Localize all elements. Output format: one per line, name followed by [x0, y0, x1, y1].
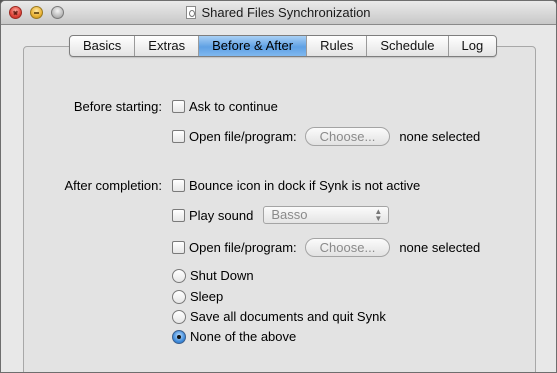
after-open-file-checkbox[interactable]: [172, 241, 185, 254]
sound-select[interactable]: Basso ▲ ▼: [263, 206, 390, 224]
after-completion-label: After completion:: [64, 178, 162, 193]
tab-rules[interactable]: Rules: [307, 36, 368, 56]
after-open-file-status: none selected: [399, 240, 481, 255]
before-choose-button[interactable]: Choose...: [304, 127, 391, 146]
after-open-file-label[interactable]: Open file/program:: [189, 240, 297, 255]
radio-sleep-label: Sleep: [190, 289, 224, 304]
radio-none-row[interactable]: None of the above: [172, 329, 296, 344]
select-arrows-icon: ▲ ▼: [374, 207, 383, 223]
tab-basics[interactable]: Basics: [70, 36, 136, 56]
ask-to-continue-label: Ask to continue: [189, 99, 278, 114]
radio-save-quit[interactable]: [172, 309, 186, 324]
play-sound-label[interactable]: Play sound: [189, 208, 253, 223]
window-title: Shared Files Synchronization: [201, 5, 371, 20]
after-open-file-row: Open file/program: Choose... none select…: [172, 238, 480, 257]
tab-before-after[interactable]: Before & After: [199, 36, 308, 56]
tab-schedule[interactable]: Schedule: [367, 36, 449, 56]
bounce-icon-label: Bounce icon in dock if Synk is not activ…: [189, 178, 421, 193]
radio-shut-down-row[interactable]: Shut Down: [172, 268, 254, 283]
radio-sleep-row[interactable]: Sleep: [172, 289, 223, 304]
bounce-icon-checkbox[interactable]: [172, 179, 185, 192]
document-icon: [186, 6, 197, 19]
before-open-file-checkbox[interactable]: [172, 130, 185, 143]
radio-shut-down[interactable]: [172, 268, 186, 283]
tab-extras[interactable]: Extras: [135, 36, 200, 56]
before-open-file-row: Open file/program: Choose... none select…: [172, 127, 480, 146]
before-open-file-label[interactable]: Open file/program:: [189, 129, 297, 144]
radio-shut-down-label: Shut Down: [190, 268, 254, 283]
radio-none-of-the-above[interactable]: [172, 329, 186, 344]
tab-log[interactable]: Log: [449, 36, 497, 56]
tab-bar: Basics Extras Before & After Rules Sched…: [69, 35, 498, 57]
ask-to-continue-row[interactable]: Ask to continue: [172, 99, 278, 114]
window: Shared Files Synchronization Basics Extr…: [0, 0, 557, 373]
window-title-container: Shared Files Synchronization: [1, 5, 556, 20]
radio-save-quit-row[interactable]: Save all documents and quit Synk: [172, 309, 386, 324]
before-open-file-status: none selected: [399, 129, 481, 144]
radio-sleep[interactable]: [172, 289, 186, 304]
bounce-icon-row[interactable]: Bounce icon in dock if Synk is not activ…: [172, 178, 420, 193]
radio-save-quit-label: Save all documents and quit Synk: [190, 309, 386, 324]
play-sound-row: Play sound Basso ▲ ▼: [172, 206, 390, 224]
sound-select-value: Basso: [271, 207, 308, 222]
play-sound-checkbox[interactable]: [172, 208, 185, 222]
ask-to-continue-checkbox[interactable]: [172, 100, 185, 113]
after-choose-button[interactable]: Choose...: [304, 238, 391, 257]
title-bar[interactable]: Shared Files Synchronization: [1, 1, 556, 25]
radio-none-label: None of the above: [190, 329, 297, 344]
before-starting-label: Before starting:: [73, 99, 162, 114]
